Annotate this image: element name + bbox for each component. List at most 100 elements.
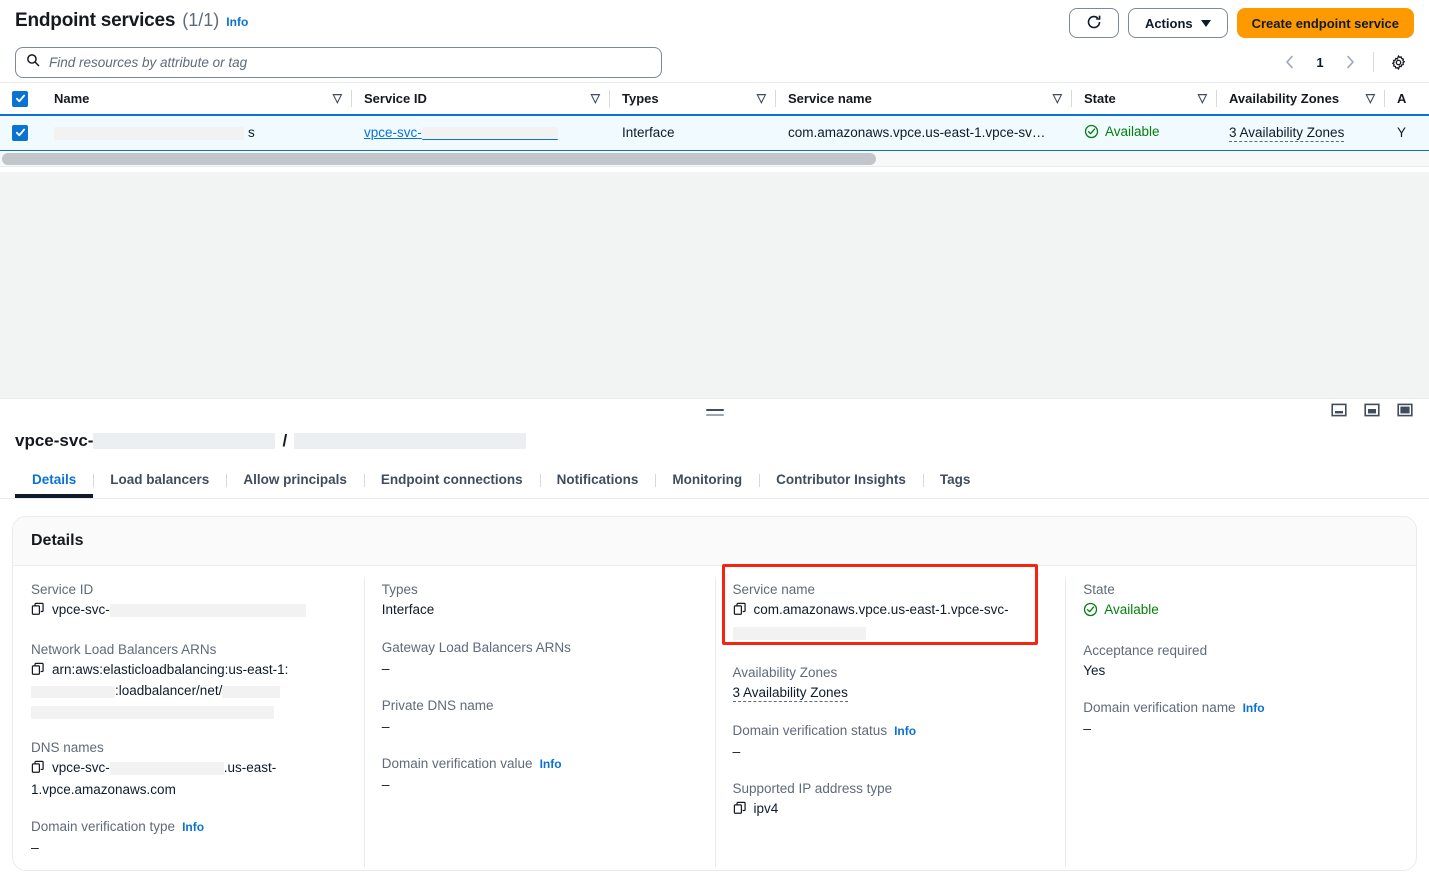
field-label: Availability Zones xyxy=(733,665,1048,680)
field-label: State xyxy=(1083,582,1398,597)
search-input-wrapper[interactable]: Find resources by attribute or tag xyxy=(15,47,662,78)
field-value: – xyxy=(382,774,697,794)
copy-icon[interactable] xyxy=(31,760,45,780)
info-link[interactable]: Info xyxy=(894,724,916,738)
pagination-next-button[interactable] xyxy=(1337,49,1363,75)
resources-table-wrapper: Name ▽ Service ID ▽ Ty xyxy=(0,82,1429,151)
column-header-acceptance-required[interactable]: A xyxy=(1385,83,1429,115)
cell-service-id[interactable]: vpce-svc- xyxy=(352,115,610,151)
field-value: vpce-svc- xyxy=(31,600,346,622)
column-header-types[interactable]: Types ▽ xyxy=(610,83,776,115)
column-header-service-name[interactable]: Service name ▽ xyxy=(776,83,1072,115)
state-label: Available xyxy=(1104,600,1159,620)
details-column-4: State Available Acceptance required xyxy=(1065,582,1416,871)
sort-icon[interactable]: ▽ xyxy=(757,92,766,104)
column-header-name[interactable]: Name ▽ xyxy=(42,83,352,115)
dns-name-prefix: vpce-svc- xyxy=(52,760,110,775)
panel-title-separator: / xyxy=(275,431,294,451)
name-suffix: s xyxy=(248,125,255,140)
copy-icon[interactable] xyxy=(733,801,747,821)
tab-load-balancers[interactable]: Load balancers xyxy=(93,463,226,498)
service-id-value: vpce-svc- xyxy=(52,602,110,617)
endpoint-services-table: Name ▽ Service ID ▽ Ty xyxy=(0,83,1429,151)
field-label: Acceptance required xyxy=(1083,643,1398,658)
field-value: – xyxy=(31,837,346,857)
pagination-page-1[interactable]: 1 xyxy=(1307,55,1333,70)
field-label: Domain verification name Info xyxy=(1083,700,1398,715)
scrollbar-thumb[interactable] xyxy=(2,153,876,165)
tab-allow-principals[interactable]: Allow principals xyxy=(226,463,364,498)
table-horizontal-scrollbar[interactable] xyxy=(0,151,1429,167)
redacted-service-id xyxy=(422,127,558,140)
redacted-service-name-id xyxy=(733,627,866,640)
copy-icon[interactable] xyxy=(31,602,45,622)
copy-icon[interactable] xyxy=(31,662,45,682)
pagination-prev-button[interactable] xyxy=(1277,49,1303,75)
header-info-link[interactable]: Info xyxy=(226,15,248,29)
availability-zones-link[interactable]: 3 Availability Zones xyxy=(1229,125,1344,142)
status-badge: Available xyxy=(1083,600,1159,620)
state-label: Available xyxy=(1105,124,1160,139)
row-checkbox[interactable] xyxy=(12,125,28,141)
column-header-state[interactable]: State ▽ xyxy=(1072,83,1217,115)
actions-label: Actions xyxy=(1145,16,1193,31)
field-value: Interface xyxy=(382,600,697,620)
copy-icon[interactable] xyxy=(733,602,747,622)
info-link[interactable]: Info xyxy=(182,820,204,834)
chevron-down-icon xyxy=(1201,20,1211,27)
tab-contributor-insights[interactable]: Contributor Insights xyxy=(759,463,923,498)
label-text: Domain verification name xyxy=(1083,700,1235,715)
select-all-checkbox[interactable] xyxy=(12,91,28,107)
field-label: Domain verification value Info xyxy=(382,756,697,771)
sort-icon[interactable]: ▽ xyxy=(333,92,342,104)
pagination-divider xyxy=(1373,52,1374,72)
redacted-account-id xyxy=(31,686,115,698)
search-icon xyxy=(26,53,40,72)
actions-dropdown-button[interactable]: Actions xyxy=(1128,8,1228,38)
tab-details[interactable]: Details xyxy=(15,463,93,498)
cell-service-name: com.amazonaws.vpce.us-east-1.vpce-sv… xyxy=(776,115,1072,151)
sort-icon[interactable]: ▽ xyxy=(1053,92,1062,104)
cell-name: s xyxy=(42,115,352,151)
availability-zones-link[interactable]: 3 Availability Zones xyxy=(733,685,848,702)
search-input[interactable]: Find resources by attribute or tag xyxy=(49,55,247,70)
info-link[interactable]: Info xyxy=(540,757,562,771)
tab-notifications[interactable]: Notifications xyxy=(540,463,656,498)
resource-count: (1/1) xyxy=(182,10,219,31)
panel-size-large-icon[interactable] xyxy=(1397,402,1413,418)
table-preferences-button[interactable] xyxy=(1384,48,1412,76)
tab-tags[interactable]: Tags xyxy=(923,463,988,498)
cell-types: Interface xyxy=(610,115,776,151)
column-header-service-id[interactable]: Service ID ▽ xyxy=(352,83,610,115)
field-supported-ip-address-type: Supported IP address type ipv4 xyxy=(733,781,1048,821)
split-panel-tabs: Details Load balancers Allow principals … xyxy=(0,463,1429,499)
panel-size-buttons xyxy=(1331,402,1413,418)
details-columns: Service ID vpce-svc- Network Load Balanc… xyxy=(13,566,1416,871)
field-value: Yes xyxy=(1083,661,1398,681)
info-link[interactable]: Info xyxy=(1243,701,1265,715)
sort-icon[interactable]: ▽ xyxy=(591,92,600,104)
table-row[interactable]: s vpce-svc- Interface com.amazonaws.vpce… xyxy=(0,115,1429,151)
sort-icon[interactable]: ▽ xyxy=(1366,92,1375,104)
service-id-link[interactable]: vpce-svc- xyxy=(364,125,422,140)
label-text: Domain verification value xyxy=(382,756,533,771)
pagination: 1 xyxy=(1277,48,1412,76)
label-text: Domain verification type xyxy=(31,819,175,834)
field-domain-verification-value: Domain verification value Info – xyxy=(382,756,697,794)
panel-size-medium-icon[interactable] xyxy=(1364,402,1380,418)
split-panel: vpce-svc- / Details Load balancers Allow … xyxy=(0,398,1429,871)
handle-bar-bottom xyxy=(706,414,724,416)
cell-availability-zones[interactable]: 3 Availability Zones xyxy=(1217,115,1385,151)
sort-icon[interactable]: ▽ xyxy=(1198,92,1207,104)
panel-size-small-icon[interactable] xyxy=(1331,402,1347,418)
column-header-availability-zones[interactable]: Availability Zones ▽ xyxy=(1217,83,1385,115)
split-panel-resize-handle[interactable] xyxy=(706,409,724,416)
field-domain-verification-status: Domain verification status Info – xyxy=(733,723,1048,761)
field-value: – xyxy=(1083,718,1398,738)
check-circle-icon xyxy=(1083,602,1098,617)
create-endpoint-service-button[interactable]: Create endpoint service xyxy=(1237,8,1414,38)
tab-monitoring[interactable]: Monitoring xyxy=(655,463,759,498)
refresh-button[interactable] xyxy=(1069,8,1119,38)
tab-endpoint-connections[interactable]: Endpoint connections xyxy=(364,463,540,498)
field-service-id: Service ID vpce-svc- xyxy=(31,582,346,622)
